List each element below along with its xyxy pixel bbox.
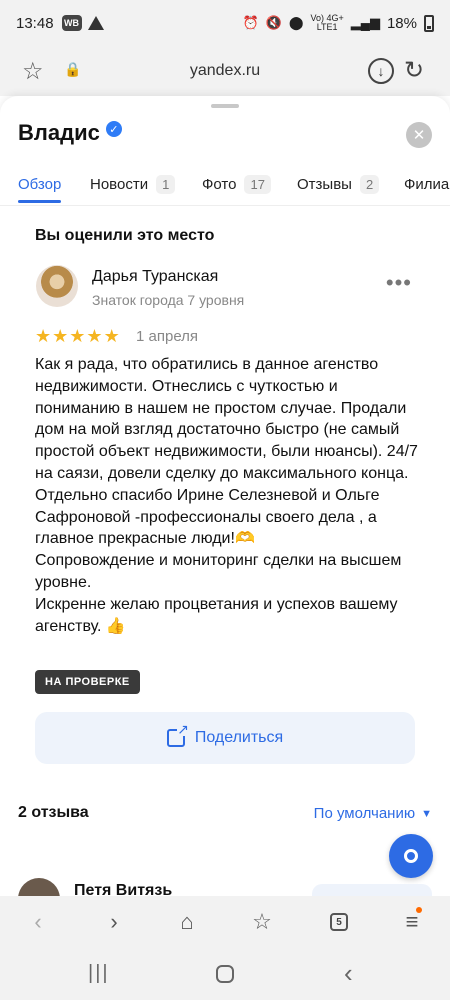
place-card-sheet: Владис ✓ ✕ Обзор Новости 1 Фото 17 Отзыв…: [0, 96, 450, 896]
tab-bar: Обзор Новости 1 Фото 17 Отзывы 2 Филиа: [0, 162, 450, 206]
menu-icon[interactable]: ≡: [398, 907, 426, 936]
review-date: 1 апреля: [136, 328, 199, 345]
recent-apps-icon[interactable]: |||: [88, 962, 110, 985]
tab-label: Фото: [202, 175, 237, 193]
reviews-count: 2 отзыва: [18, 804, 89, 821]
place-header: Владис ✓: [18, 120, 122, 146]
tab-count: 2: [359, 174, 380, 194]
tab-reviews[interactable]: Отзывы 2: [297, 166, 380, 202]
status-indicators: ⏰ 🔇 ⬤ Vo) 4G+ LTE1 ▂▄▆ 18%: [243, 14, 434, 32]
avatar[interactable]: [36, 265, 78, 307]
star-icon: ★: [52, 326, 69, 346]
map-location-button[interactable]: [389, 834, 433, 878]
tab-label: Новости: [90, 175, 149, 193]
star-icon: ★: [35, 326, 52, 346]
network-label: Vo) 4G+ LTE1: [310, 13, 344, 32]
tabs-counter-icon[interactable]: 5: [325, 908, 353, 936]
star-icon: ★: [86, 326, 103, 346]
more-options-icon[interactable]: •••: [386, 272, 412, 294]
avatar[interactable]: [18, 878, 60, 896]
status-time: 13:48: [16, 14, 54, 32]
tab-label: Отзывы: [297, 175, 352, 193]
tab-count: 17: [244, 174, 271, 194]
my-rating-heading: Вы оценили это место: [35, 227, 215, 244]
share-label: Поделиться: [194, 729, 284, 746]
rating-stars: ★ ★ ★ ★ ★: [35, 326, 120, 346]
location-pin-icon: [404, 849, 418, 863]
tab-news[interactable]: Новости 1: [90, 166, 176, 202]
back-arrow-icon[interactable]: ‹: [24, 908, 52, 936]
share-icon: [166, 722, 189, 747]
review-author-level: Знаток города 7 уровня: [92, 292, 245, 308]
system-nav-bar: ||| ‹: [0, 948, 450, 1000]
close-button[interactable]: ✕: [406, 122, 432, 148]
subscribe-button[interactable]: [312, 884, 432, 896]
tab-photos[interactable]: Фото 17: [202, 166, 271, 202]
reload-icon[interactable]: ↻: [404, 56, 424, 85]
verified-check-icon: ✓: [105, 121, 122, 137]
star-icon: ★: [69, 326, 86, 346]
review-author-name[interactable]: Дарья Туранская: [92, 268, 218, 286]
review-text: Как я рада, что обратились в данное аген…: [35, 356, 418, 635]
home-icon[interactable]: ⌂: [173, 908, 201, 936]
forward-arrow-icon[interactable]: ›: [100, 908, 128, 936]
browser-toolbar: ‹ › ⌂ ☆ 5 ≡: [0, 896, 450, 948]
status-badge: НА ПРОВЕРКЕ: [35, 670, 140, 694]
browser-url-bar: ☆ 🔒 yandex.ru ↓ ↻: [0, 46, 450, 96]
signal-icon: ▂▄▆: [350, 15, 380, 30]
battery-percent: 18%: [386, 14, 417, 32]
home-button-icon[interactable]: [216, 965, 234, 983]
bookmarks-star-icon[interactable]: ☆: [248, 908, 276, 936]
tab-label: Филиа: [404, 175, 450, 193]
sheet-grabber[interactable]: [211, 104, 239, 108]
back-icon[interactable]: ‹: [344, 958, 353, 989]
wb-app-icon: WB: [61, 15, 82, 31]
alarm-icon: ⏰: [242, 15, 259, 30]
download-icon[interactable]: ↓: [368, 58, 394, 84]
share-button[interactable]: Поделиться: [35, 712, 415, 764]
sort-dropdown[interactable]: По умолчанию ▼: [314, 805, 432, 822]
mute-icon: 🔇: [265, 15, 282, 30]
tab-label: Обзор: [18, 175, 62, 193]
sort-label: По умолчанию: [313, 805, 416, 822]
location-icon: ⬤: [288, 15, 304, 30]
tab-overview[interactable]: Обзор: [18, 166, 62, 203]
tab-count: 1: [156, 174, 176, 194]
review-author-name[interactable]: Петя Витязь: [74, 882, 172, 896]
tab-branches[interactable]: Филиа: [404, 166, 449, 202]
battery-icon: [424, 14, 434, 32]
status-bar: 13:48 WB ⏰ 🔇 ⬤ Vo) 4G+ LTE1 ▂▄▆ 18%: [0, 0, 450, 46]
star-icon: ★: [103, 326, 120, 346]
place-title: Владис: [18, 120, 100, 145]
notification-dot: [416, 907, 423, 913]
chevron-down-icon: ▼: [421, 807, 432, 820]
warning-icon: [87, 16, 104, 30]
